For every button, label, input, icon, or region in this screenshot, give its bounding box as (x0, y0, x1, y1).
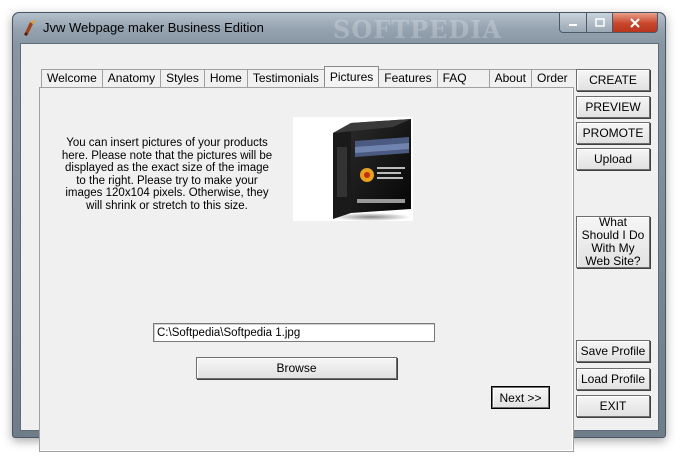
maximize-icon (594, 18, 605, 27)
promote-button[interactable]: PROMOTE (576, 122, 650, 144)
save-profile-button[interactable]: Save Profile (576, 340, 650, 362)
tab-welcome[interactable]: Welcome (41, 69, 103, 87)
product-image-preview (293, 117, 413, 221)
window-title: Jvw Webpage maker Business Edition (43, 20, 264, 35)
tab-features[interactable]: Features (378, 69, 438, 87)
title-bar[interactable]: SOFTPEDIA Jvw Webpage maker Business Edi… (13, 13, 665, 43)
preview-button[interactable]: PREVIEW (576, 96, 650, 118)
pictures-description: You can insert pictures of your products… (61, 137, 273, 212)
load-profile-button[interactable]: Load Profile (576, 368, 650, 390)
what-should-i-do-button[interactable]: What Should I Do With My Web Site? (576, 216, 650, 268)
tab-home[interactable]: Home (203, 69, 248, 87)
tab-pictures[interactable]: Pictures (323, 66, 380, 87)
tab-anatomy[interactable]: Anatomy (101, 69, 162, 87)
minimize-button[interactable] (559, 13, 587, 33)
maximize-button[interactable] (586, 13, 613, 33)
exit-button[interactable]: EXIT (576, 395, 650, 417)
tab-about[interactable]: About (488, 69, 532, 87)
app-window: SOFTPEDIA Jvw Webpage maker Business Edi… (12, 12, 666, 452)
minimize-icon (569, 23, 577, 26)
close-icon (630, 17, 640, 28)
tab-faq[interactable]: FAQ (436, 69, 490, 87)
client-area: Welcome Anatomy Styles Home Testimonials… (20, 43, 659, 452)
next-button[interactable]: Next >> (491, 386, 550, 409)
image-path-field[interactable]: C:\Softpedia\Softpedia 1.jpg (153, 323, 435, 342)
tab-styles[interactable]: Styles (160, 69, 205, 87)
tab-strip: Welcome Anatomy Styles Home Testimonials… (41, 66, 579, 88)
create-button[interactable]: CREATE (576, 69, 650, 91)
upload-button[interactable]: Upload (576, 148, 650, 170)
tab-order[interactable]: Order (530, 69, 579, 87)
software-box-image (331, 119, 411, 221)
watermark: SOFTPEDIA (333, 15, 503, 43)
quill-icon (24, 20, 36, 36)
tab-testimonials[interactable]: Testimonials (246, 69, 325, 87)
browse-button[interactable]: Browse (196, 357, 397, 379)
close-button[interactable] (612, 13, 658, 33)
